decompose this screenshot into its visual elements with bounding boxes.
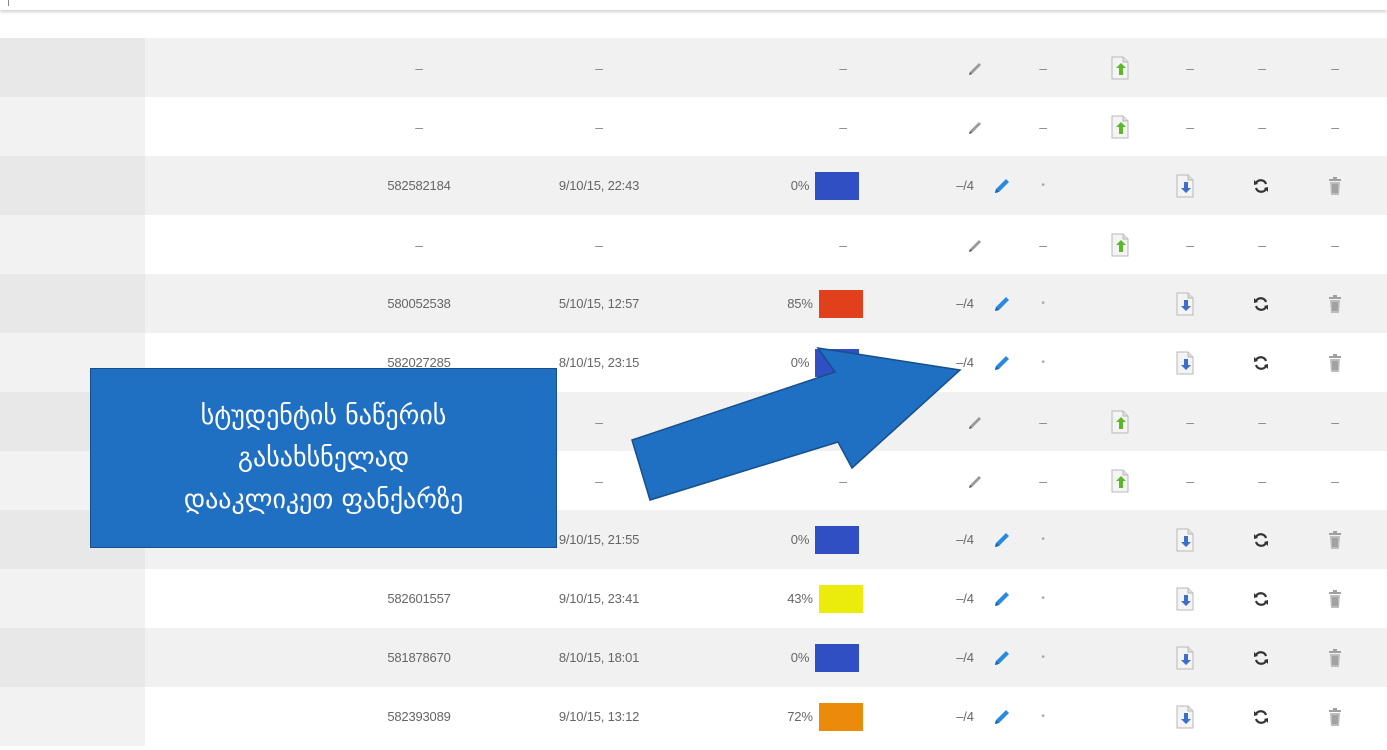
callout-line-2: გასახსნელად <box>237 443 410 473</box>
callout-line-3: დააკლიკეთ ფანქარზე <box>183 485 464 515</box>
instruction-callout: სტუდენტის ნაწერის გასახსნელად დააკლიკეთ … <box>90 368 557 548</box>
callout-line-1: სტუდენტის ნაწერის <box>200 401 447 431</box>
